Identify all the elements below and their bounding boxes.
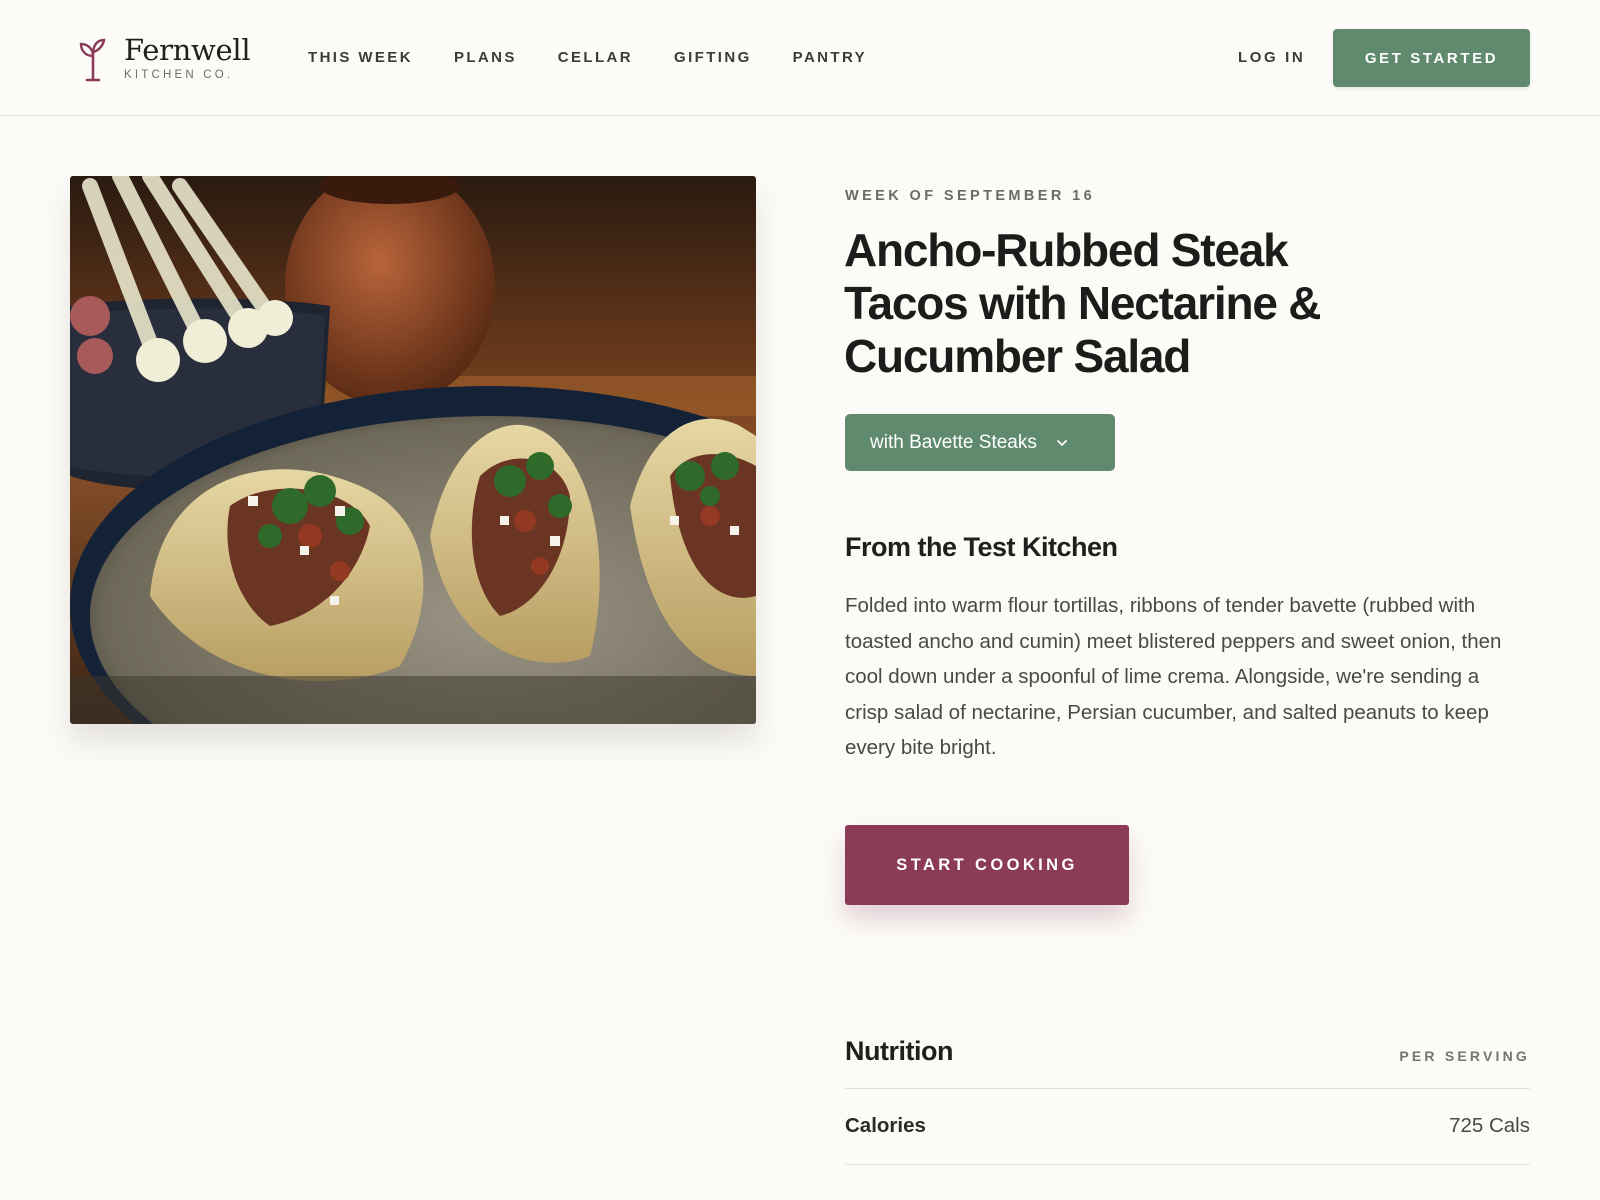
- per-serving-label: PER SERVING: [1399, 1048, 1530, 1064]
- nav-pantry[interactable]: PANTRY: [793, 47, 867, 69]
- nutrition-title: Nutrition: [845, 1036, 953, 1066]
- nutrition-row-value: 725 Cals: [1449, 1114, 1530, 1137]
- site-header: Fernwell KITCHEN CO. THIS WEEK PLANS CEL…: [0, 0, 1600, 116]
- section-title: From the Test Kitchen: [845, 532, 1118, 562]
- nav-plans[interactable]: PLANS: [454, 47, 517, 69]
- start-cooking-button[interactable]: START COOKING: [845, 825, 1129, 905]
- divider: [845, 1164, 1530, 1165]
- nav-this-week[interactable]: THIS WEEK: [308, 47, 413, 69]
- main-nav: THIS WEEK PLANS CELLAR GIFTING PANTRY: [308, 47, 908, 69]
- brand-name: Fernwell: [124, 33, 251, 67]
- login-link[interactable]: LOG IN: [1238, 47, 1305, 69]
- nav-gifting[interactable]: GIFTING: [674, 47, 752, 69]
- sprout-icon: [79, 38, 106, 82]
- protein-variant-dropdown[interactable]: with Bavette Steaks: [845, 414, 1115, 471]
- recipe-title: Ancho-Rubbed Steak Tacos with Nectarine …: [844, 224, 1322, 382]
- divider: [845, 1088, 1530, 1089]
- brand-logo[interactable]: Fernwell KITCHEN CO.: [76, 33, 251, 82]
- recipe-description: Folded into warm flour tortillas, ribbon…: [845, 594, 1502, 759]
- nav-cellar[interactable]: CELLAR: [558, 47, 633, 69]
- brand-subtitle: KITCHEN CO.: [124, 69, 234, 81]
- week-label: WEEK OF SEPTEMBER 16: [845, 188, 1096, 204]
- chevron-down-icon: [1056, 439, 1067, 446]
- recipe-photo: [70, 176, 756, 724]
- get-started-button[interactable]: GET STARTED: [1333, 29, 1530, 87]
- variant-label: with Bavette Steaks: [870, 431, 1037, 453]
- tacos-illustration: [70, 176, 756, 724]
- nutrition-row-label: Calories: [845, 1114, 926, 1137]
